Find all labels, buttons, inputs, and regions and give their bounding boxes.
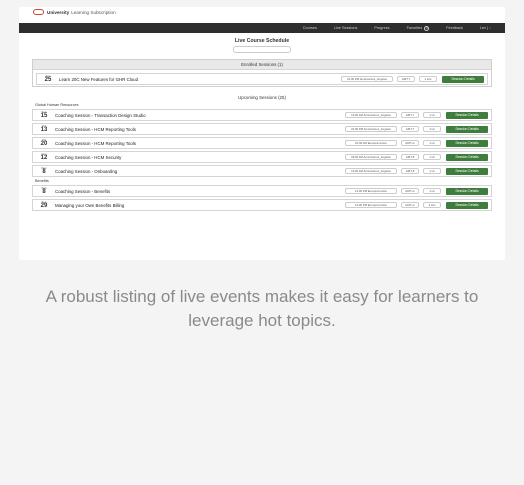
session-gmt-chip: GMT-7 xyxy=(397,76,415,82)
session-row: Nov 12 Coaching Session - HCM Security 09… xyxy=(32,151,492,163)
group-label-benefits: Benefits xyxy=(35,179,49,183)
session-row: Sep 15 Coaching Session - Transaction Des… xyxy=(32,109,492,121)
favorites-count-badge: 0 xyxy=(424,25,430,31)
screenshot-card: University Learning Subscription Courses… xyxy=(19,7,505,260)
session-row: Aug 25 Learn 20C New Features for GHR Clo… xyxy=(36,73,488,85)
session-details-button[interactable]: Session Details xyxy=(446,125,488,133)
nav-user-menu[interactable]: Lex | ↓ xyxy=(480,26,491,30)
session-time-chip: 09:00 AM America/Los_Angeles xyxy=(345,154,397,160)
enrolled-sessions-panel: Enrolled Sessions (1) Aug 25 Learn 20C Ne… xyxy=(32,59,492,87)
session-details-button[interactable]: Session Details xyxy=(442,75,484,83)
session-duration-chip: 1 Hr xyxy=(423,126,441,132)
session-title: Managing your Own Benefits Billing xyxy=(55,202,125,208)
session-time-chip: 10:00 AM America/Los_Angeles xyxy=(345,168,397,174)
session-date: Sep 15 xyxy=(40,109,48,120)
session-title: Learn 20C New Features for GHR Cloud xyxy=(59,76,139,82)
brand-name: University xyxy=(47,9,70,15)
session-details-button[interactable]: Session Details xyxy=(446,111,488,119)
caption-text: A robust listing of live events makes it… xyxy=(45,287,479,330)
oracle-logo-icon[interactable] xyxy=(33,9,44,15)
session-details-button[interactable]: Session Details xyxy=(446,201,488,209)
session-details-button[interactable]: Session Details xyxy=(446,187,488,195)
session-gmt-chip: GMT-7 xyxy=(401,126,419,132)
session-time-chip: 01:00 PM America/Los_Angeles xyxy=(345,126,397,132)
upcoming-sessions-header: Upcoming Sessions (25) xyxy=(238,95,286,100)
session-duration-chip: 1 Hr xyxy=(423,188,441,194)
session-title: Coaching Session - HCM Security xyxy=(55,154,122,160)
nav-live-sessions[interactable]: Live Sessions xyxy=(334,26,357,30)
session-details-button[interactable]: Session Details xyxy=(446,139,488,147)
session-duration-chip: 2 Hrs xyxy=(419,76,437,82)
group-label-global-hr: Global Human Resources xyxy=(35,103,79,107)
session-time-chip: 10:00 AM Europe/London xyxy=(345,140,397,146)
session-title: Coaching Session - Transaction Design St… xyxy=(55,112,146,118)
nav-favorites[interactable]: Favorites 0 xyxy=(407,25,430,31)
session-duration-chip: 1 Hr xyxy=(423,140,441,146)
enrolled-sessions-header: Enrolled Sessions (1) xyxy=(33,60,491,70)
session-gmt-chip: GMT-8 xyxy=(401,168,419,174)
session-date: Oct 13 xyxy=(40,123,48,134)
brand-bar: University Learning Subscription xyxy=(19,7,505,17)
session-duration-chip: 1 Hr xyxy=(423,154,441,160)
session-row: Dec 8 Coaching Session - Onboarding 10:00… xyxy=(32,165,492,177)
session-date: Nov 12 xyxy=(40,151,48,162)
session-duration-chip: 2 Hrs xyxy=(423,202,441,208)
session-title: Coaching Session - Onboarding xyxy=(55,168,118,174)
session-row: Oct 13 Coaching Session - HCM Reporting T… xyxy=(32,123,492,135)
session-row: Sep 29 Managing your Own Benefits Billing… xyxy=(32,199,492,211)
session-time-chip: 10:00 AM America/Los_Angeles xyxy=(345,112,397,118)
session-time-chip: 01:00 PM America/Los_Angeles xyxy=(341,76,393,82)
session-gmt-chip: GMT-8 xyxy=(401,154,419,160)
session-gmt-chip: GMT-7 xyxy=(401,112,419,118)
session-details-button[interactable]: Session Details xyxy=(446,153,488,161)
nav-courses[interactable]: Courses xyxy=(303,26,317,30)
brand-subtitle: Learning Subscription xyxy=(71,9,116,15)
session-date: Oct 20 xyxy=(40,137,48,148)
session-gmt-chip: GMT+1 xyxy=(401,202,419,208)
session-date: Dec 8 xyxy=(41,165,47,176)
top-nav: Courses Live Sessions Progress Favorites… xyxy=(19,23,505,33)
session-duration-chip: 1 Hr xyxy=(423,112,441,118)
page-title: Live Course Schedule xyxy=(234,38,290,44)
session-title: Coaching Session - Benefits xyxy=(55,188,111,194)
session-gmt-chip: GMT+1 xyxy=(401,188,419,194)
session-title: Coaching Session - HCM Reporting Tools xyxy=(55,126,136,132)
session-date: Sep 8 xyxy=(41,185,47,196)
session-duration-chip: 1 Hr xyxy=(423,168,441,174)
session-time-chip: 12:00 PM Europe/London xyxy=(345,202,397,208)
session-time-chip: 12:00 PM Europe/London xyxy=(345,188,397,194)
session-row: Sep 8 Coaching Session - Benefits 12:00 P… xyxy=(32,185,492,197)
session-search-input[interactable] xyxy=(233,46,291,53)
session-gmt-chip: GMT+1 xyxy=(401,140,419,146)
session-row: Oct 20 Coaching Session - HCM Reporting T… xyxy=(32,137,492,149)
nav-feedback[interactable]: Feedback xyxy=(446,26,463,30)
session-date: Sep 29 xyxy=(40,199,48,210)
nav-progress[interactable]: Progress xyxy=(374,26,389,30)
session-title: Coaching Session - HCM Reporting Tools xyxy=(55,140,136,146)
session-date: Aug 25 xyxy=(44,73,52,84)
session-details-button[interactable]: Session Details xyxy=(446,167,488,175)
